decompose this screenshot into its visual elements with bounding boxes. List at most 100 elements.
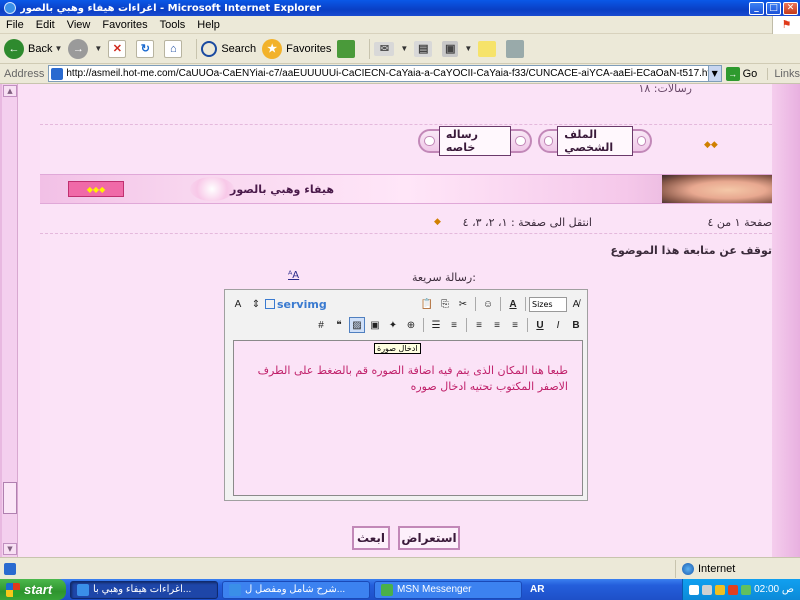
ie-icon: [4, 2, 16, 14]
private-message-button[interactable]: رساله خاصه: [418, 126, 532, 156]
tray-icon[interactable]: [689, 584, 700, 595]
send-button[interactable]: ابعث: [352, 526, 390, 550]
link-icon[interactable]: ⊕: [403, 317, 419, 333]
tray-icon[interactable]: [702, 584, 713, 595]
heart-icon: [515, 136, 526, 146]
taskbar-item-label: اغراءات هيفاء وهبي با...: [93, 584, 192, 595]
editor-separator: [500, 297, 501, 311]
vertical-scrollbar[interactable]: ▲ ▼: [2, 84, 18, 557]
profile-label: الملف الشخصي: [557, 126, 633, 156]
address-input[interactable]: http://asmeil.hot-me.com/CaUUOa-CaENYiai…: [48, 65, 709, 82]
text-color-icon[interactable]: A: [505, 296, 521, 312]
taskbar-item-ie-2[interactable]: شرح شامل ومفصل ل...: [222, 580, 370, 599]
page-indicator: صفحة ١ من ٤: [707, 216, 772, 229]
links-button[interactable]: Links: [767, 67, 800, 80]
go-arrow-icon: →: [725, 66, 740, 81]
taskbar-item-msn[interactable]: MSN Messenger: [374, 580, 522, 599]
menu-bar: File Edit View Favorites Tools Help ⚑: [0, 15, 800, 34]
stop-watching-link[interactable]: توقف عن متابعة هذا الموضوع: [611, 244, 772, 257]
edit-dropdown-icon[interactable]: ▼: [464, 44, 472, 53]
insert-media-icon[interactable]: ▣: [367, 317, 383, 333]
taskbar-item-label: شرح شامل ومفصل ل...: [245, 584, 346, 595]
flash-icon[interactable]: ✦: [385, 317, 401, 333]
insert-image-icon[interactable]: ▨: [349, 317, 365, 333]
heart-icon: [544, 136, 554, 146]
scroll-up-icon[interactable]: ▲: [3, 85, 17, 97]
forward-dropdown-icon[interactable]: ▼: [94, 44, 102, 53]
banner-nav-button[interactable]: ◆◆◆: [68, 181, 124, 197]
print-button[interactable]: ▤: [414, 40, 436, 57]
decorative-strip: [770, 84, 800, 557]
messenger-button[interactable]: [506, 39, 528, 58]
message-textarea[interactable]: ادخال صورة طبعا هنا المكان الذى يتم فيه …: [233, 340, 583, 496]
taskbar: start اغراءات هيفاء وهبي با... شرح شامل …: [0, 579, 800, 600]
bullet-list-icon[interactable]: ☰: [428, 317, 444, 333]
back-dropdown-icon[interactable]: ▼: [54, 44, 62, 53]
hash-icon[interactable]: #: [313, 317, 329, 333]
msn-icon: [381, 583, 393, 596]
taskbar-item-ie[interactable]: اغراءات هيفاء وهبي با...: [70, 580, 218, 599]
align-right-icon[interactable]: ≡: [471, 317, 487, 333]
language-indicator[interactable]: AR: [530, 584, 544, 595]
editor-separator: [475, 297, 476, 311]
maximize-button[interactable]: □: [766, 1, 781, 15]
quick-reply-label: رسالة سريعة:: [412, 271, 476, 284]
start-button[interactable]: start: [0, 579, 66, 600]
forward-button[interactable]: → ▼: [68, 38, 102, 59]
clock[interactable]: 02:00 ص: [754, 584, 794, 595]
home-button[interactable]: ⌂: [164, 39, 186, 58]
menu-edit[interactable]: Edit: [36, 19, 55, 31]
media-button[interactable]: [337, 39, 359, 58]
profile-button[interactable]: الملف الشخصي: [538, 126, 652, 156]
tray-icon[interactable]: [741, 584, 752, 595]
goto-page-links[interactable]: انتقل الى صفحة : ١، ٢، ٣، ٤: [463, 216, 592, 229]
close-button[interactable]: ✕: [783, 1, 798, 15]
bold-icon[interactable]: B: [568, 317, 584, 333]
favorites-button[interactable]: ★ Favorites: [262, 38, 331, 59]
font-size-icon[interactable]: ᴬA: [288, 270, 299, 281]
address-dropdown-icon[interactable]: ▼: [707, 65, 722, 82]
copy-icon[interactable]: ⎘: [437, 296, 453, 312]
title-bar: اغراءات هيفاء وهبي بالصور - Microsoft In…: [0, 0, 800, 16]
align-left-icon[interactable]: ≡: [507, 317, 523, 333]
align-center-icon[interactable]: ≡: [489, 317, 505, 333]
preview-button[interactable]: استعراض: [398, 526, 460, 550]
menu-favorites[interactable]: Favorites: [102, 19, 147, 31]
stop-button[interactable]: ✕: [108, 39, 130, 58]
italic-icon[interactable]: I: [550, 317, 566, 333]
scroll-down-icon[interactable]: ▼: [3, 543, 17, 555]
media-icon: [337, 39, 356, 58]
menu-tools[interactable]: Tools: [160, 19, 186, 31]
resize-icon[interactable]: ⇕: [248, 296, 264, 312]
tray-icon[interactable]: [715, 584, 726, 595]
mail-button[interactable]: ✉ ▼: [374, 41, 408, 56]
minimize-button[interactable]: _: [749, 1, 764, 15]
underline-icon[interactable]: U: [532, 317, 548, 333]
refresh-button[interactable]: ↻: [136, 39, 158, 58]
editor-separator: [423, 318, 424, 332]
edit-button[interactable]: ▣ ▼: [442, 40, 472, 57]
search-button[interactable]: Search: [201, 40, 256, 57]
menu-help[interactable]: Help: [197, 19, 220, 31]
paste-icon[interactable]: 📋: [419, 296, 435, 312]
toolbar: ← Back ▼ → ▼ ✕ ↻ ⌂ Search ★ Favorites ✉ ▼…: [0, 34, 800, 64]
discuss-button[interactable]: [478, 40, 500, 57]
mail-dropdown-icon[interactable]: ▼: [400, 44, 408, 53]
font-size-icon[interactable]: A: [230, 296, 246, 312]
clear-format-icon[interactable]: A̸: [568, 296, 584, 312]
quote-icon[interactable]: ❝: [331, 317, 347, 333]
servimg-button[interactable]: servimg: [265, 298, 327, 311]
smiley-icon[interactable]: ☺: [480, 296, 496, 312]
tray-icon[interactable]: [728, 584, 739, 595]
page-icon: [51, 67, 64, 80]
edit-icon: ▣: [442, 40, 459, 57]
back-button[interactable]: ← Back ▼: [4, 38, 62, 59]
font-sizes-select[interactable]: Sizes: [529, 296, 567, 312]
go-button[interactable]: → Go: [725, 66, 757, 81]
taskbar-item-label: MSN Messenger: [397, 584, 472, 595]
menu-view[interactable]: View: [67, 19, 91, 31]
numbered-list-icon[interactable]: ≡: [446, 317, 462, 333]
cut-icon[interactable]: ✂: [455, 296, 471, 312]
scroll-thumb[interactable]: [3, 482, 17, 514]
menu-file[interactable]: File: [6, 19, 24, 31]
